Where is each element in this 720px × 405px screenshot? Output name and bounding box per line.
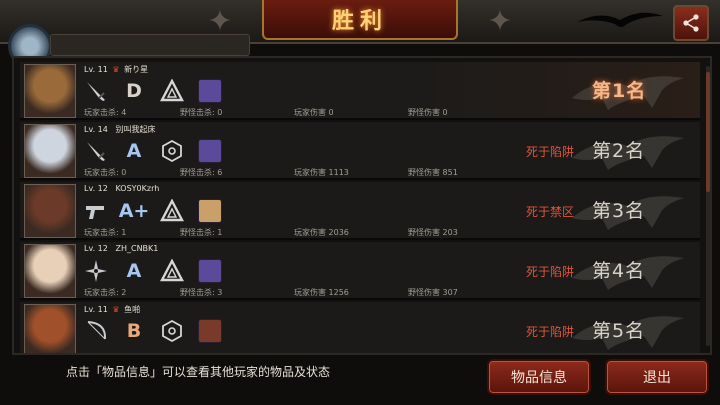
crown-icon: ♛ (112, 305, 120, 314)
armor-icon[interactable] (160, 259, 184, 283)
player-row[interactable]: Lv. 11 ♛ 鱼啪 B 死于陷阱 第5名 (20, 302, 700, 353)
grade-badge: A (126, 140, 142, 162)
monster-kills: 野怪击杀: 6 (180, 168, 223, 177)
grade-badge: B (126, 320, 142, 342)
player-name: KOSY0Kzrh (115, 184, 160, 193)
player-meta: Lv. 11 ♛ 新り星 (84, 64, 148, 75)
bow-icon[interactable] (84, 319, 108, 343)
monster-kills: 野怪击杀: 3 (180, 288, 223, 297)
scrollbar[interactable] (706, 66, 710, 346)
player-meta: Lv. 12 KOSY0Kzrh (84, 184, 159, 193)
player-avatar[interactable] (24, 184, 76, 238)
equipment-slots: A (84, 138, 222, 164)
relic-tile-icon[interactable] (198, 319, 222, 343)
armor-icon[interactable] (160, 199, 184, 223)
player-meta: Lv. 14 别叫我起床 (84, 124, 155, 135)
monster-damage: 野怪伤害 0 (408, 108, 448, 117)
player-level: Lv. 12 (84, 184, 108, 193)
armor-icon[interactable] (160, 139, 184, 163)
player-name: 新り星 (124, 65, 149, 74)
wing-ornament-right: ✦ (487, 4, 513, 39)
player-avatar[interactable] (24, 64, 76, 118)
knife-icon[interactable] (84, 79, 108, 103)
rank-label: 第1名 (592, 80, 647, 102)
player-row[interactable]: Lv. 11 ♛ 新り星 D 玩家击杀: 4 野怪击杀: 0 玩家伤害 0 野怪… (20, 62, 700, 120)
monster-kills: 野怪击杀: 0 (180, 108, 223, 117)
player-kills: 玩家击杀: 1 (84, 228, 127, 237)
monster-damage: 野怪伤害 203 (408, 228, 458, 237)
shuriken-icon[interactable] (84, 259, 108, 283)
equipment-slots: A (84, 258, 222, 284)
monster-damage: 野怪伤害 307 (408, 288, 458, 297)
armor-icon[interactable] (160, 319, 184, 343)
knife-icon[interactable] (84, 139, 108, 163)
player-damage: 玩家伤害 1256 (294, 288, 349, 297)
bird-silhouette-icon (577, 12, 663, 27)
death-cause: 死于陷阱 (526, 145, 575, 159)
item-info-button[interactable]: 物品信息 (487, 359, 591, 395)
monster-damage: 野怪伤害 851 (408, 168, 458, 177)
player-damage: 玩家伤害 0 (294, 108, 334, 117)
share-button[interactable] (673, 5, 709, 41)
player-row[interactable]: Lv. 14 别叫我起床 A 玩家击杀: 0 野怪击杀: 6 玩家伤害 1113… (20, 122, 700, 180)
player-row[interactable]: Lv. 12 ZH_CNBK1 A 玩家击杀: 2 野怪击杀: 3 玩家伤害 1… (20, 242, 700, 300)
relic-tile-icon[interactable] (198, 139, 222, 163)
relic-tile-icon[interactable] (198, 199, 222, 223)
player-name: 别叫我起床 (115, 125, 156, 134)
player-avatar[interactable] (24, 124, 76, 178)
player-kills: 玩家击杀: 4 (84, 108, 127, 117)
share-icon (683, 14, 699, 32)
player-level: Lv. 11 (84, 305, 108, 314)
relic-tile-icon[interactable] (198, 259, 222, 283)
player-level: Lv. 12 (84, 244, 108, 253)
equipment-slots: A+ (84, 198, 222, 224)
crown-icon: ♛ (112, 65, 120, 74)
exit-button[interactable]: 退出 (605, 359, 709, 395)
player-avatar[interactable] (24, 304, 76, 353)
player-row[interactable]: Lv. 12 KOSY0Kzrh A+ 玩家击杀: 1 野怪击杀: 1 玩家伤害… (20, 182, 700, 240)
player-level: Lv. 14 (84, 125, 108, 134)
results-list[interactable]: Lv. 11 ♛ 新り星 D 玩家击杀: 4 野怪击杀: 0 玩家伤害 0 野怪… (12, 56, 712, 355)
relic-tile-icon[interactable] (198, 79, 222, 103)
death-cause: 死于陷阱 (526, 265, 575, 279)
top-left-tab (50, 34, 250, 56)
player-name: 鱼啪 (124, 305, 141, 314)
victory-title: 胜利 (262, 0, 458, 40)
grade-badge: D (126, 80, 142, 102)
rank-label: 第3名 (592, 200, 646, 222)
monster-kills: 野怪击杀: 1 (180, 228, 223, 237)
player-meta: Lv. 11 ♛ 鱼啪 (84, 304, 140, 315)
rank-label: 第4名 (592, 260, 646, 282)
player-damage: 玩家伤害 1113 (294, 168, 349, 177)
death-cause: 死于禁区 (526, 205, 575, 219)
player-damage: 玩家伤害 2036 (294, 228, 349, 237)
player-kills: 玩家击杀: 0 (84, 168, 127, 177)
player-kills: 玩家击杀: 2 (84, 288, 127, 297)
gun-icon[interactable] (84, 199, 108, 223)
player-meta: Lv. 12 ZH_CNBK1 (84, 244, 158, 253)
hint-text: 点击「物品信息」可以查看其他玩家的物品及状态 (66, 365, 331, 379)
rank-label: 第5名 (592, 320, 646, 342)
player-avatar[interactable] (24, 244, 76, 298)
armor-icon[interactable] (160, 79, 184, 103)
player-name: ZH_CNBK1 (115, 244, 159, 253)
rank-label: 第2名 (592, 140, 646, 162)
death-cause: 死于陷阱 (526, 325, 575, 339)
grade-badge: A (126, 260, 142, 282)
grade-badge: A+ (118, 200, 150, 222)
player-level: Lv. 11 (84, 65, 108, 74)
equipment-slots: B (84, 318, 222, 344)
equipment-slots: D (84, 78, 222, 104)
